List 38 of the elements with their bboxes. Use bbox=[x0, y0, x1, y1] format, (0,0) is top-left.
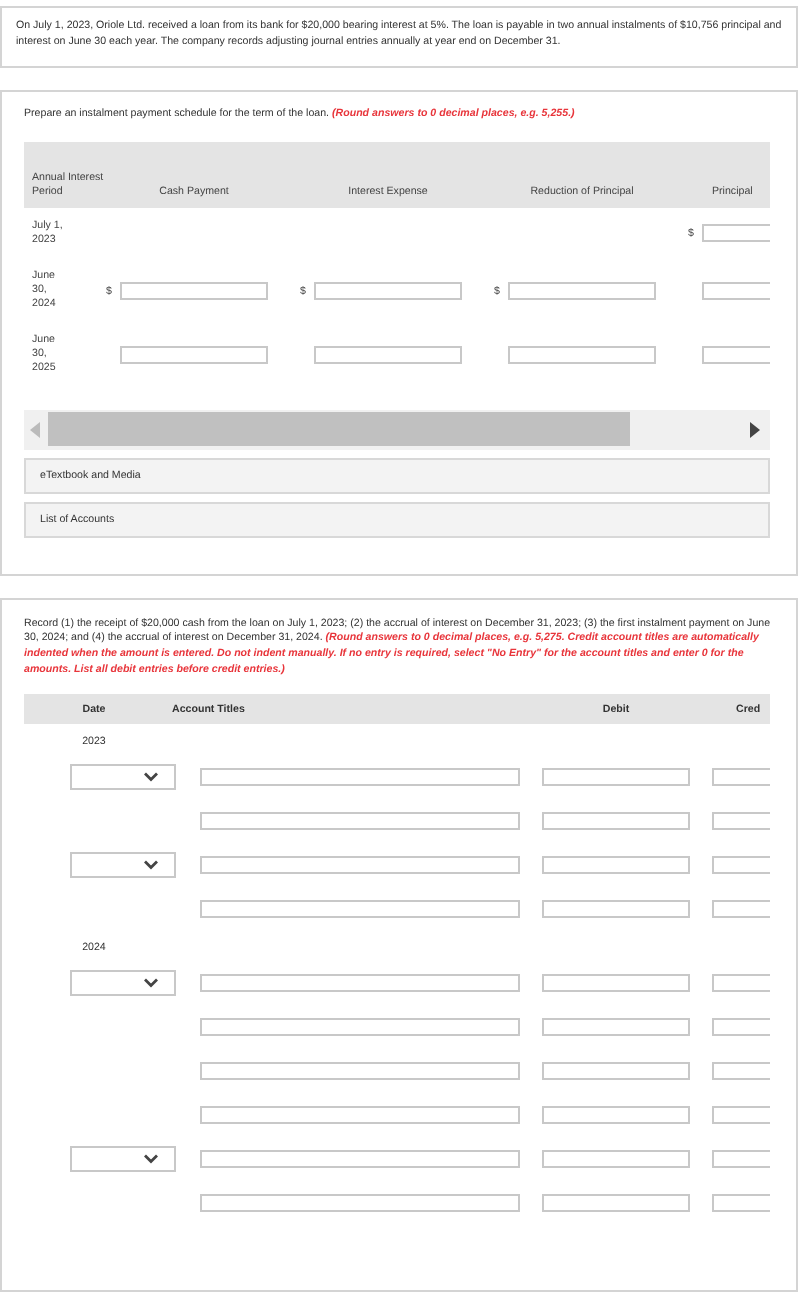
date-dropdown[interactable] bbox=[70, 969, 176, 996]
amount-field[interactable] bbox=[120, 346, 268, 365]
debit-field[interactable] bbox=[542, 767, 690, 786]
debit-field[interactable] bbox=[542, 1017, 690, 1036]
scrollbar-thumb[interactable] bbox=[48, 412, 630, 447]
date-dropdown[interactable] bbox=[70, 1145, 176, 1172]
debit-field[interactable] bbox=[542, 855, 690, 874]
date-dropdown[interactable] bbox=[70, 763, 176, 790]
chevron-down-icon bbox=[144, 859, 158, 870]
scroll-right-icon[interactable] bbox=[750, 421, 760, 438]
amount-field[interactable] bbox=[120, 282, 268, 301]
account-title-field[interactable] bbox=[200, 1193, 520, 1212]
account-title-field[interactable] bbox=[200, 1149, 520, 1168]
debit-field[interactable] bbox=[542, 973, 690, 992]
debit-field[interactable] bbox=[542, 811, 690, 830]
debit-field[interactable] bbox=[542, 1061, 690, 1080]
account-title-field[interactable] bbox=[200, 899, 520, 918]
debit-field[interactable] bbox=[542, 1193, 690, 1212]
account-title-field[interactable] bbox=[200, 811, 520, 830]
account-title-field[interactable] bbox=[200, 1061, 520, 1080]
debit-field[interactable] bbox=[542, 899, 690, 918]
account-title-field[interactable] bbox=[200, 973, 520, 992]
amount-field[interactable] bbox=[508, 346, 656, 365]
amount-field[interactable] bbox=[314, 346, 462, 365]
account-title-field[interactable] bbox=[200, 1105, 520, 1124]
debit-field[interactable] bbox=[542, 1149, 690, 1168]
debit-field[interactable] bbox=[542, 1105, 690, 1124]
chevron-down-icon bbox=[144, 977, 158, 988]
chevron-down-icon bbox=[144, 771, 158, 782]
date-dropdown[interactable] bbox=[70, 851, 176, 878]
account-title-field[interactable] bbox=[200, 1017, 520, 1036]
scroll-left-icon[interactable] bbox=[30, 421, 40, 438]
amount-field[interactable] bbox=[314, 282, 462, 301]
account-title-field[interactable] bbox=[200, 767, 520, 786]
account-title-field[interactable] bbox=[200, 855, 520, 874]
horizontal-scrollbar[interactable] bbox=[24, 409, 770, 450]
chevron-down-icon bbox=[144, 1153, 158, 1164]
amount-field[interactable] bbox=[508, 282, 656, 301]
